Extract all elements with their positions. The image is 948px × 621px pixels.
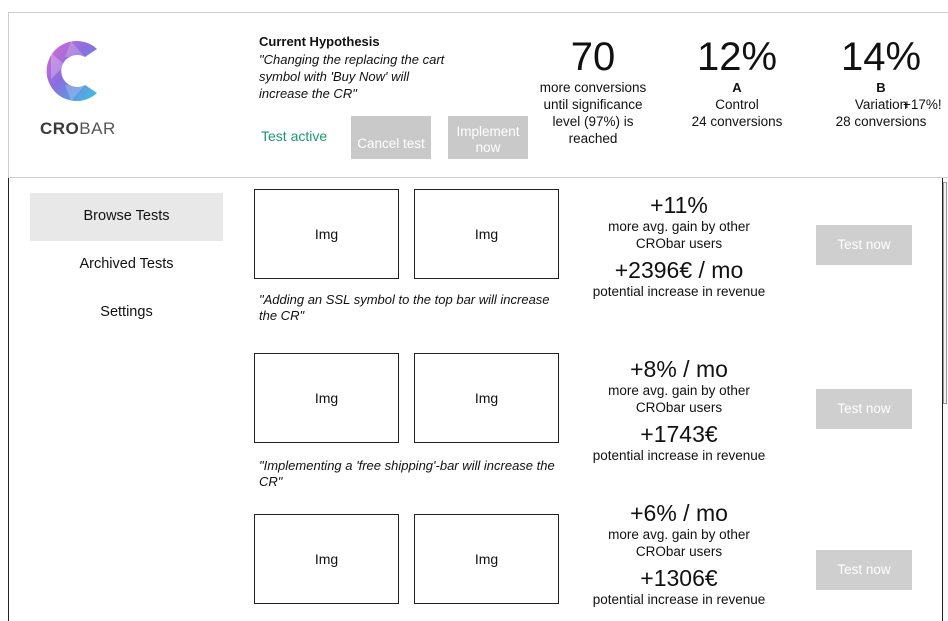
- variant-b-image: Img: [414, 353, 559, 443]
- variant-a-image: Img: [254, 353, 399, 443]
- avg-gain-desc: more avg. gain by other CRObar users: [608, 527, 750, 559]
- avg-gain: +6% / mo: [630, 500, 728, 526]
- implement-now-button[interactable]: Implement now: [448, 116, 528, 159]
- variant-b-label: B: [876, 80, 886, 95]
- variant-a-rate: 12%: [696, 35, 778, 79]
- crobar-logo-icon: [46, 41, 97, 102]
- sidebar-nav: Browse Tests Archived Tests Settings: [30, 193, 223, 337]
- hypothesis-title: Current Hypothesis: [259, 34, 380, 49]
- revenue-desc: potential increase in revenue: [592, 592, 766, 607]
- content-border: [8, 178, 9, 621]
- scrollbar-thumb[interactable]: [943, 182, 947, 404]
- variant-a-label: A: [732, 80, 742, 95]
- conversions-needed-value: 70: [570, 35, 616, 79]
- revenue-desc: potential increase in revenue: [592, 448, 766, 463]
- logo-wordmark: CROBAR: [40, 119, 116, 138]
- variant-b-image: Img: [414, 514, 559, 604]
- crobar-logo: CROBAR: [31, 35, 127, 145]
- variant-b-image: Img: [414, 189, 559, 279]
- test-caption: "Implementing a 'free shipping'-bar will…: [259, 458, 555, 489]
- test-card: Img Img +6% / mo more avg. gain by other…: [250, 497, 940, 621]
- test-metrics: +11% more avg. gain by other CRObar user…: [585, 192, 773, 300]
- conversions-needed-desc: more conversions until significance leve…: [539, 80, 647, 146]
- revenue-increase: +1743€: [640, 421, 718, 447]
- test-now-button[interactable]: Test now: [816, 389, 912, 429]
- variant-a-conversions: 24 conversions: [691, 114, 783, 129]
- avg-gain: +11%: [650, 192, 708, 218]
- variant-b-uplift: +17%!: [903, 97, 942, 112]
- sidebar-item-settings[interactable]: Settings: [30, 289, 223, 337]
- variant-a-image: Img: [254, 189, 399, 279]
- sidebar-item-browse-tests[interactable]: Browse Tests: [30, 193, 223, 241]
- avg-gain-desc: more avg. gain by other CRObar users: [608, 219, 750, 251]
- test-metrics: +8% / mo more avg. gain by other CRObar …: [585, 356, 773, 464]
- revenue-increase: +2396€ / mo: [614, 257, 744, 283]
- hypothesis-text: "Changing the replacing the cart symbol …: [259, 52, 445, 101]
- sidebar-item-archived-tests[interactable]: Archived Tests: [30, 241, 223, 289]
- test-now-button[interactable]: Test now: [816, 225, 912, 265]
- test-metrics: +6% / mo more avg. gain by other CRObar …: [585, 500, 773, 608]
- test-now-button[interactable]: Test now: [816, 550, 912, 590]
- test-caption: "Adding an SSL symbol to the top bar wil…: [259, 292, 550, 323]
- header: CROBAR Current Hypothesis "Changing the …: [8, 12, 948, 178]
- revenue-desc: potential increase in revenue: [592, 284, 766, 299]
- variant-a-stat: 12% A Control 24 conversions: [675, 35, 799, 130]
- significance-stat: 70 more conversions until significance l…: [529, 35, 657, 147]
- test-card: Img Img "Implementing a 'free shipping'-…: [250, 353, 940, 513]
- variant-b-stat: 14% B Variation 28 conversions: [823, 35, 939, 130]
- test-status: Test active: [261, 128, 328, 144]
- avg-gain-desc: more avg. gain by other CRObar users: [608, 383, 750, 415]
- variant-b-conversions: 28 conversions: [835, 114, 927, 129]
- test-card: Img Img "Adding an SSL symbol to the top…: [250, 189, 940, 349]
- scrollbar[interactable]: [942, 178, 948, 621]
- variant-a-image: Img: [254, 514, 399, 604]
- variant-b-rate: 14%: [840, 35, 922, 79]
- revenue-increase: +1306€: [640, 565, 718, 591]
- cancel-test-button[interactable]: Cancel test: [351, 116, 431, 159]
- variant-a-name: Control: [715, 97, 759, 112]
- avg-gain: +8% / mo: [630, 356, 728, 382]
